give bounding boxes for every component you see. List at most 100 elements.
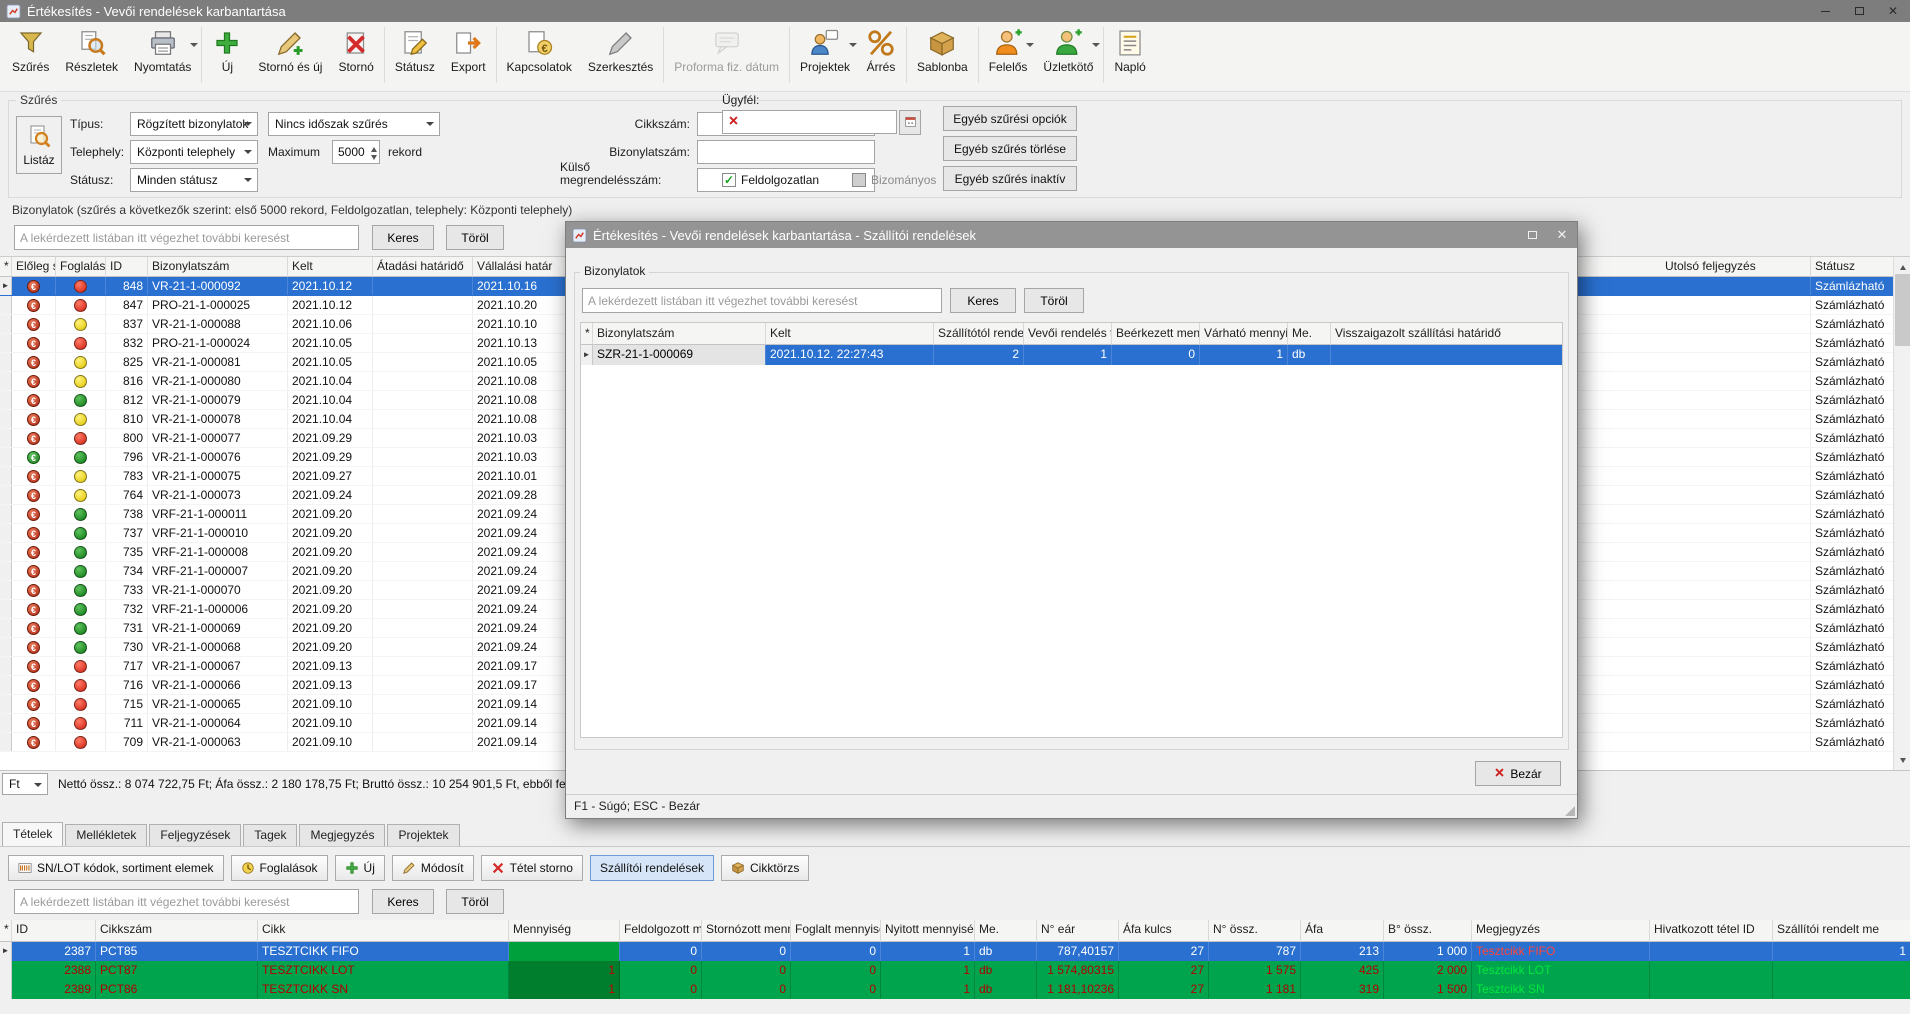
item-row-2387[interactable]: ►2387PCT85TESZTCIKK FIFO0001db787,401572… [0,942,1910,961]
dialog-keres-button[interactable]: Keres [950,288,1016,313]
tab-megjegyzes[interactable]: Megjegyzés [299,824,385,846]
toolbar-button-naplo[interactable]: Napló [1106,24,1153,76]
column-header-id[interactable]: ID [12,920,96,942]
column-header-kelt[interactable]: Kelt [288,257,373,277]
column-header-stornozott-mennyi[interactable]: Stornózott mennyi [702,920,791,942]
dropdown-arrow-icon[interactable] [849,43,857,51]
resize-grip[interactable] [1565,806,1575,816]
column-header-beerkezett-menn[interactable]: Beérkezett menn [1112,323,1200,345]
toolbar-button-uzletkoto[interactable]: Üzletkötő [1035,24,1101,76]
supplier-order-row-SZR-21-1-000069[interactable]: ►SZR-21-1-0000692021.10.12. 22:27:432101… [581,345,1562,365]
column-header-hivatkozott-tetel-id[interactable]: Hivatkozott tétel ID [1650,920,1773,942]
telephely-select[interactable]: Központi telephely [130,140,258,164]
orders-search-input[interactable] [14,225,359,250]
dialog-titlebar[interactable]: Értékesítés - Vevői rendelések karbantar… [566,222,1577,248]
close-button[interactable]: ✕ [1876,0,1910,22]
column-header-me[interactable]: Me. [1288,323,1331,345]
orders-torol-button[interactable]: Töröl [446,225,504,250]
tab-tetelek[interactable]: Tételek [2,822,63,846]
detail-button-foglalasok[interactable]: Foglalások [231,855,328,881]
column-header-vevoi-rendeles-te[interactable]: Vevői rendelés té [1024,323,1112,345]
column-header-atadasi-hatarido[interactable]: Átadási határidő [373,257,473,277]
toolbar-button-uj[interactable]: Új [204,24,250,76]
column-header-foglalt-mennyiseg[interactable]: Foglalt mennyiség [791,920,881,942]
column-header-utolso-feljegyzes[interactable]: Utolsó feljegyzés [1661,257,1811,277]
column-header-vallalasi-hatar[interactable]: Vállalási határ [473,257,573,277]
scroll-thumb[interactable] [1895,274,1910,346]
column-header-afa[interactable]: Áfa [1301,920,1384,942]
currency-select[interactable]: Ft [2,773,48,795]
dialog-search-input[interactable] [582,288,942,313]
dialog-close-button[interactable]: ✕ [1547,222,1577,248]
dialog-maximize-button[interactable] [1517,222,1547,248]
column-header-b-ossz[interactable]: B° össz. [1384,920,1472,942]
ugyfel-input[interactable] [722,110,897,134]
column-header-foglalas[interactable]: Foglalás [56,257,106,277]
column-header-feldolgozott-menn[interactable]: Feldolgozott menn [620,920,702,942]
column-header-nyitott-mennyiseg[interactable]: Nyitott mennyiség [881,920,975,942]
column-header-kelt[interactable]: Kelt [766,323,934,345]
detail-button-sn-lot-kodok-sortiment-elemek[interactable]: SN/LOT kódok, sortiment elemek [8,855,224,881]
max-records-stepper[interactable]: 5000 [332,140,380,164]
dropdown-arrow-icon[interactable] [1092,43,1100,51]
items-keres-button[interactable]: Keres [372,889,434,914]
tab-feljegyzesek[interactable]: Feljegyzések [149,824,241,846]
toolbar-button-storno-es-uj[interactable]: Stornó és új [250,24,330,76]
column-header-n-ear[interactable]: N° eár [1037,920,1119,942]
detail-button-uj[interactable]: Új [335,855,385,881]
scroll-down-button[interactable] [1894,753,1910,770]
titlebar[interactable]: Értékesítés - Vevői rendelések karbantar… [0,0,1910,22]
scroll-up-button[interactable] [1894,257,1910,274]
toolbar-button-storno[interactable]: Stornó [330,24,381,76]
idoszak-select[interactable]: Nincs időszak szűrés [268,112,440,136]
toolbar-button-szures[interactable]: Szűrés [4,24,57,76]
column-header-szallitotol-rendelt[interactable]: Szállítótól rendelt [934,323,1024,345]
column-header-mennyiseg[interactable]: Mennyiség [509,920,620,942]
column-header-eloleg-s[interactable]: Előleg s [12,257,56,277]
toolbar-button-projektek[interactable]: Projektek [792,24,858,76]
maximize-button[interactable] [1842,0,1876,22]
detail-button-tetel-storno[interactable]: Tétel storno [481,855,583,881]
column-header-afa-kulcs[interactable]: Áfa kulcs [1119,920,1209,942]
minimize-button[interactable] [1808,0,1842,22]
filter-button-egyeb-szures-inaktiv[interactable]: Egyéb szűrés inaktív [943,166,1077,191]
column-header-visszaigazolt-szallitasi-hatarido[interactable]: Visszaigazolt szállítási határidő [1331,323,1563,345]
feldolgozatlan-checkbox[interactable]: ✓ Feldolgozatlan [722,172,819,188]
column-header-megjegyzes[interactable]: Megjegyzés [1472,920,1650,942]
column-header-varhato-mennyise[interactable]: Várható mennyisé [1200,323,1288,345]
statusz-select[interactable]: Minden státusz [130,168,258,192]
detail-button-modosit[interactable]: Módosít [392,855,474,881]
bizonylatszam-input[interactable] [697,140,875,164]
column-header-cikkszam[interactable]: Cikkszám [96,920,258,942]
item-row-2389[interactable]: 2389PCT86TESZTCIKK SN10001db1 181,102362… [0,980,1910,999]
column-header-bizonylatszam[interactable]: Bizonylatszám [593,323,766,345]
clear-customer-icon[interactable] [728,115,739,129]
column-header-id[interactable]: ID [106,257,148,277]
items-torol-button[interactable]: Töröl [446,889,504,914]
filter-button-egyeb-szuresi-opciok[interactable]: Egyéb szűrési opciók [943,106,1077,131]
detail-button-cikktorzs[interactable]: Cikktörzs [721,855,809,881]
toolbar-button-kapcsolatok[interactable]: €Kapcsolatok [499,24,580,76]
detail-button-szallitoi-rendelesek[interactable]: Szállítói rendelések [590,855,714,881]
bizomanyos-checkbox[interactable]: Bizományos [852,172,936,188]
column-header-szallitoi-rendelt-me[interactable]: Szállítói rendelt me [1773,920,1910,942]
toolbar-button-statusz[interactable]: Státusz [387,24,443,76]
toolbar-button-szerkesztes[interactable]: Szerkesztés [580,24,661,76]
column-header-statusz[interactable]: Státusz [1811,257,1893,277]
tab-projektek[interactable]: Projektek [387,824,459,846]
listaz-button[interactable]: Listáz [16,116,62,174]
stepper-arrows-icon[interactable] [371,144,377,163]
filter-button-egyeb-szures-torlese[interactable]: Egyéb szűrés törlése [943,136,1077,161]
toolbar-button-arres[interactable]: Árrés [858,24,904,76]
bezar-button[interactable]: Bezár [1475,761,1561,786]
main-grid-scrollbar[interactable] [1893,257,1910,770]
toolbar-button-export[interactable]: Export [443,24,494,76]
customer-picker-button[interactable] [899,110,921,135]
toolbar-button-sablonba[interactable]: Sablonba [909,24,976,76]
toolbar-button-nyomtatas[interactable]: Nyomtatás [126,24,199,76]
items-search-input[interactable] [14,889,359,914]
column-header-cikk[interactable]: Cikk [258,920,509,942]
orders-keres-button[interactable]: Keres [372,225,434,250]
toolbar-button-felelos[interactable]: Felelős [981,24,1036,76]
column-header-n-ossz[interactable]: N° össz. [1209,920,1301,942]
